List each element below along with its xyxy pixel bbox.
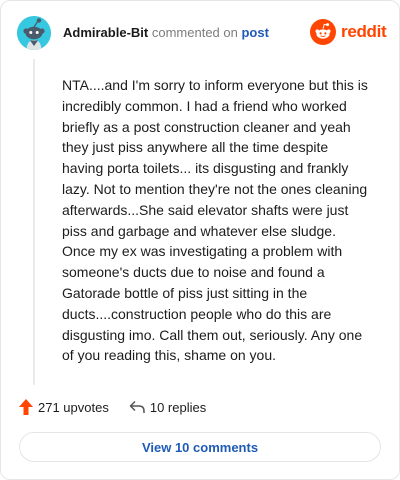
comment-line: afterwards...She said elevator shafts we… <box>62 201 349 218</box>
author-username[interactable]: Admirable-Bit <box>63 25 148 40</box>
reply-arrow-icon <box>129 400 145 413</box>
snoo-avatar-icon <box>17 16 51 50</box>
comment-actions: 271 upvotes 10 replies <box>19 399 206 415</box>
comment-card: Admirable-Bit commented on post reddit N… <box>0 0 400 480</box>
comment-line: briefly as a post construction cleaner a… <box>62 118 351 135</box>
comment-line: lazy. Not to mention they're not the one… <box>62 180 368 197</box>
comment-line: piss and garbage and whatever else sludg… <box>62 222 336 239</box>
comment-line: having porta toilets... its disgusting a… <box>62 160 349 177</box>
reddit-logo-icon <box>310 19 336 45</box>
avatar[interactable] <box>17 16 51 50</box>
commented-on-label: commented on <box>151 25 238 40</box>
reddit-brand[interactable]: reddit <box>310 19 387 45</box>
comment-header: Admirable-Bit commented on post <box>63 25 269 40</box>
comment-line: Once my ex was investigating a problem w… <box>62 243 343 260</box>
comment-line: incredibly common. I had a friend who wo… <box>62 97 347 114</box>
reddit-wordmark: reddit <box>341 22 387 41</box>
comment-line: NTA....and I'm sorry to inform everyone … <box>62 77 368 93</box>
comment-line: Gatorade bottle of piss just sitting in … <box>62 284 308 301</box>
post-link[interactable]: post <box>241 25 268 40</box>
thread-line[interactable] <box>33 59 35 385</box>
upvote-count: 271 upvotes <box>38 399 109 415</box>
upvote-button[interactable]: 271 upvotes <box>19 399 109 415</box>
comment-line: ducts....construction people who do this… <box>62 305 332 322</box>
comment-body: NTA....and I'm sorry to inform everyone … <box>62 75 376 366</box>
view-comments-button[interactable]: View 10 comments <box>19 432 381 462</box>
reply-button[interactable]: 10 replies <box>129 400 206 415</box>
comment-line: disgusting imo. Call them out, seriously… <box>62 326 363 343</box>
reply-count: 10 replies <box>149 399 207 415</box>
upvote-arrow-icon <box>19 399 33 415</box>
comment-line: of you reading this, shame on you. <box>62 347 277 364</box>
comment-line: they just piss anywhere all the time des… <box>62 139 329 156</box>
comment-line: someone's ducts due to noise and found a <box>62 264 325 281</box>
